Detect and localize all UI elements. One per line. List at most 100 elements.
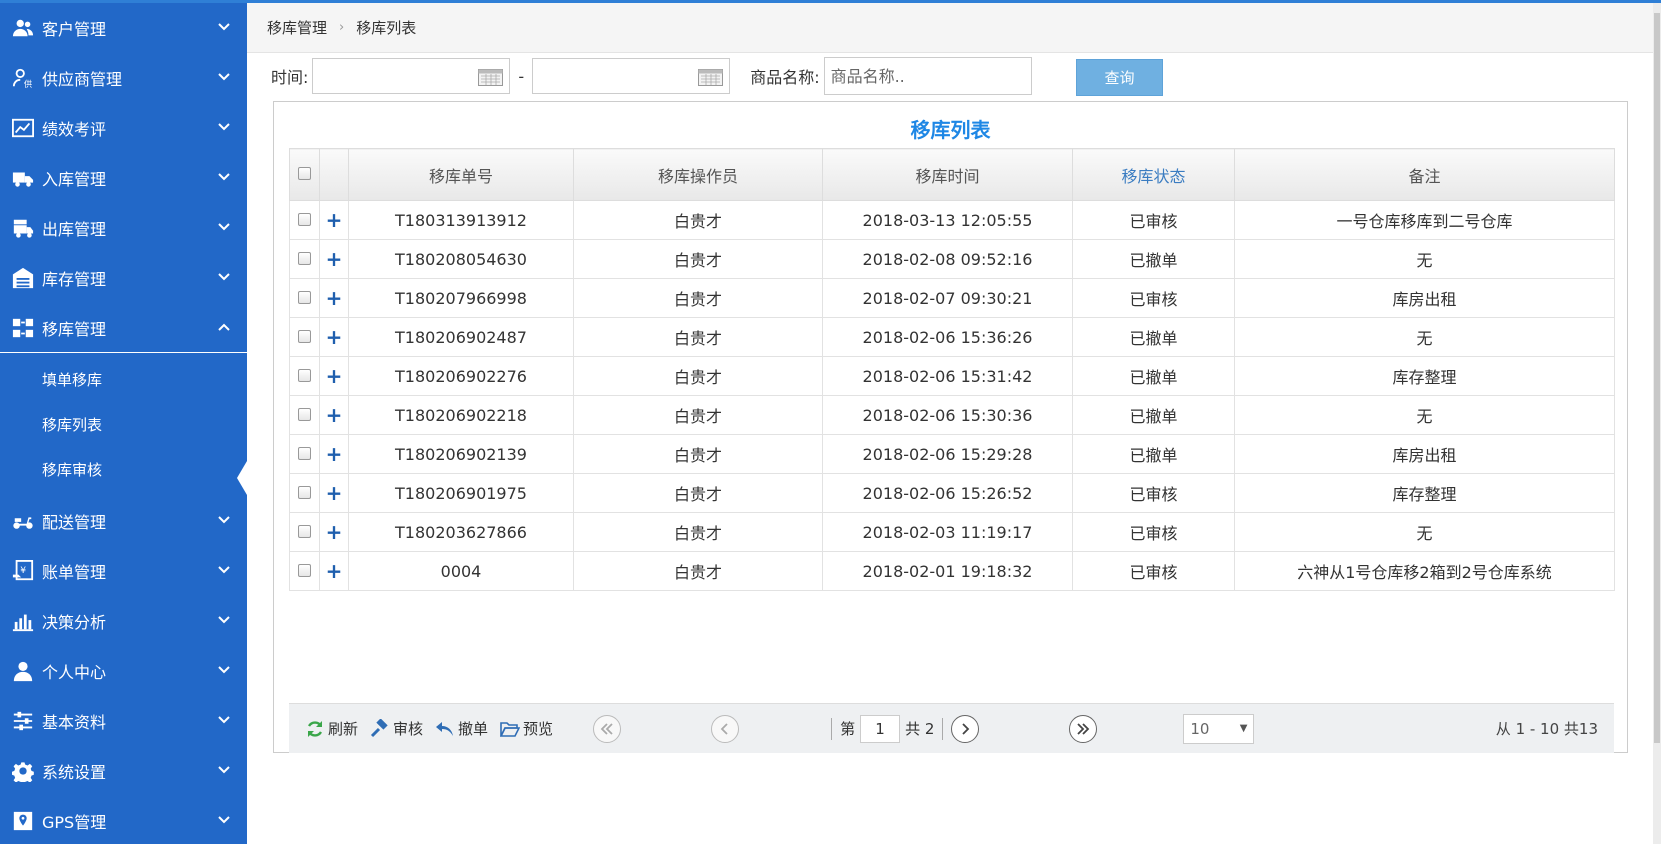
refresh-button[interactable]: 刷新 xyxy=(305,718,358,739)
row-checkbox[interactable] xyxy=(298,446,311,460)
chevron-down-icon xyxy=(217,663,231,677)
sidebar-item-supplier[interactable]: 供 供应商管理 xyxy=(0,53,247,103)
select-all-checkbox[interactable] xyxy=(298,167,311,180)
start-date-input[interactable] xyxy=(312,58,511,94)
table-row[interactable]: + T180207966998 白贵才 2018-02-07 09:30:21 已审核库… xyxy=(289,278,1615,318)
sidebar-item-label: 入库管理 xyxy=(42,170,107,189)
cell-id: T180206901975 xyxy=(348,473,574,513)
first-page-button[interactable] xyxy=(593,714,622,743)
product-name-input[interactable] xyxy=(823,57,1032,95)
table-row[interactable]: + T180313913912 白贵才 2018-03-13 12:05:55 已审核一… xyxy=(289,200,1615,240)
sidebar-item-label: 基本资料 xyxy=(42,713,107,732)
row-checkbox[interactable] xyxy=(298,524,311,538)
sidebar-item-customers[interactable]: 客户管理 xyxy=(0,3,247,53)
sidebar-item-label: GPS管理 xyxy=(42,813,107,832)
revoke-button[interactable]: 撤单 xyxy=(435,718,488,739)
table-row[interactable]: + T180208054630 白贵才 2018-02-08 09:52:16 已撤单无 xyxy=(289,239,1615,279)
sidebar-item-performance[interactable]: 绩效考评 xyxy=(0,103,247,153)
sidebar-item-outbound[interactable]: 出库管理 xyxy=(0,203,247,253)
last-page-button[interactable] xyxy=(1069,714,1098,743)
cell-operator: 白贵才 xyxy=(573,278,823,318)
column-header-operator[interactable]: 移库操作员 xyxy=(573,148,823,201)
end-date-input[interactable] xyxy=(532,58,731,94)
calendar-icon[interactable] xyxy=(698,69,724,86)
cell-id: T180208054630 xyxy=(348,239,574,279)
expand-plus-icon[interactable]: + xyxy=(326,247,343,271)
table-row[interactable]: + T180206901975 白贵才 2018-02-06 15:26:52 已审核库… xyxy=(289,473,1615,513)
next-page-button[interactable] xyxy=(951,714,980,743)
row-checkbox[interactable] xyxy=(298,485,311,499)
row-select-cell xyxy=(289,356,320,396)
expand-plus-icon[interactable]: + xyxy=(326,520,343,544)
sidebar-item-inventory[interactable]: 库存管理 xyxy=(0,253,247,303)
expand-plus-icon[interactable]: + xyxy=(326,559,343,583)
breadcrumb-parent[interactable]: 移库管理 xyxy=(267,17,327,38)
row-checkbox[interactable] xyxy=(298,407,311,421)
query-button[interactable]: 查询 xyxy=(1076,59,1163,96)
sidebar-item-settings[interactable]: 系统设置 xyxy=(0,746,247,796)
calendar-icon[interactable] xyxy=(478,69,504,86)
row-checkbox[interactable] xyxy=(298,251,311,265)
sidebar-item-delivery[interactable]: 配送管理 xyxy=(0,496,247,546)
chevron-down-icon xyxy=(217,713,231,727)
row-expand-cell: + xyxy=(319,278,349,318)
approve-button[interactable]: 审核 xyxy=(370,718,423,739)
submenu-item-transfer-list[interactable]: 移库列表 xyxy=(0,402,247,447)
row-select-cell xyxy=(289,239,320,279)
prev-page-button[interactable] xyxy=(711,714,740,743)
preview-button[interactable]: 预览 xyxy=(500,718,553,739)
sliders-icon xyxy=(10,708,36,734)
vertical-scrollbar[interactable] xyxy=(1653,3,1661,844)
cell-id: T180206902276 xyxy=(348,356,574,396)
row-checkbox[interactable] xyxy=(298,212,311,226)
submenu-item-create-transfer[interactable]: 填单移库 xyxy=(0,357,247,402)
sidebar-item-decision[interactable]: 决策分析 xyxy=(0,596,247,646)
sidebar-item-billing[interactable]: ¥ 账单管理 xyxy=(0,546,247,596)
cell-id: T180206902218 xyxy=(348,395,574,435)
cell-note: 无 xyxy=(1234,512,1615,552)
expand-plus-icon[interactable]: + xyxy=(326,403,343,427)
cell-status: 已撤单 xyxy=(1072,356,1235,396)
cell-note: 库房出租 xyxy=(1234,278,1615,318)
column-header-note[interactable]: 备注 xyxy=(1234,148,1615,201)
sidebar-item-transfer[interactable]: 移库管理 xyxy=(0,303,247,353)
table-row[interactable]: + T180206902487 白贵才 2018-02-06 15:36:26 已撤单无 xyxy=(289,317,1615,357)
column-header-id[interactable]: 移库单号 xyxy=(348,148,574,201)
expand-plus-icon[interactable]: + xyxy=(326,286,343,310)
table-row[interactable]: + T180206902276 白贵才 2018-02-06 15:31:42 已撤单库… xyxy=(289,356,1615,396)
expand-plus-icon[interactable]: + xyxy=(326,325,343,349)
transfer-icon xyxy=(10,315,36,341)
row-checkbox[interactable] xyxy=(298,563,311,577)
submenu-item-transfer-review[interactable]: 移库审核 xyxy=(0,447,247,495)
sidebar-item-basic-data[interactable]: 基本资料 xyxy=(0,696,247,746)
table-row[interactable]: + T180206902218 白贵才 2018-02-06 15:30:36 已撤单无 xyxy=(289,395,1615,435)
expand-plus-icon[interactable]: + xyxy=(326,442,343,466)
chevron-down-icon xyxy=(217,613,231,627)
column-header-status[interactable]: 移库状态 xyxy=(1072,148,1235,201)
column-header-time[interactable]: 移库时间 xyxy=(822,148,1073,201)
scrollbar-thumb[interactable] xyxy=(1654,13,1660,743)
sidebar-item-profile[interactable]: 个人中心 xyxy=(0,646,247,696)
row-checkbox[interactable] xyxy=(298,290,311,304)
cell-note: 无 xyxy=(1234,317,1615,357)
sidebar-item-label: 客户管理 xyxy=(42,20,107,39)
expand-plus-icon[interactable]: + xyxy=(326,208,343,232)
refresh-label: 刷新 xyxy=(328,720,359,738)
expand-plus-icon[interactable]: + xyxy=(326,364,343,388)
expand-plus-icon[interactable]: + xyxy=(326,481,343,505)
page-number-input[interactable]: 1 xyxy=(860,714,901,743)
page-size-select[interactable]: 10 ▼ xyxy=(1183,713,1255,744)
sidebar-item-gps[interactable]: GPS管理 xyxy=(0,796,247,844)
cell-time: 2018-02-06 15:36:26 xyxy=(822,317,1073,357)
chevron-down-icon xyxy=(217,763,231,777)
sidebar-item-inbound[interactable]: 入库管理 xyxy=(0,153,247,203)
row-select-cell xyxy=(289,434,320,474)
transfer-list-panel: 移库列表 移库单号 移库操作员 移库时间 移库状态 备注 + T180313913… xyxy=(273,101,1628,753)
svg-text:¥: ¥ xyxy=(20,565,26,576)
table-row[interactable]: + T180206902139 白贵才 2018-02-06 15:29:28 已撤单库… xyxy=(289,434,1615,474)
table-row[interactable]: + T180203627866 白贵才 2018-02-03 11:19:17 已审核无 xyxy=(289,512,1615,552)
row-checkbox[interactable] xyxy=(298,368,311,382)
row-checkbox[interactable] xyxy=(298,329,311,343)
double-chevron-right-icon xyxy=(1077,722,1090,735)
table-row[interactable]: +0004 白贵才 2018-02-01 19:18:32 已审核 六神从1号仓库移2箱… xyxy=(289,551,1615,591)
